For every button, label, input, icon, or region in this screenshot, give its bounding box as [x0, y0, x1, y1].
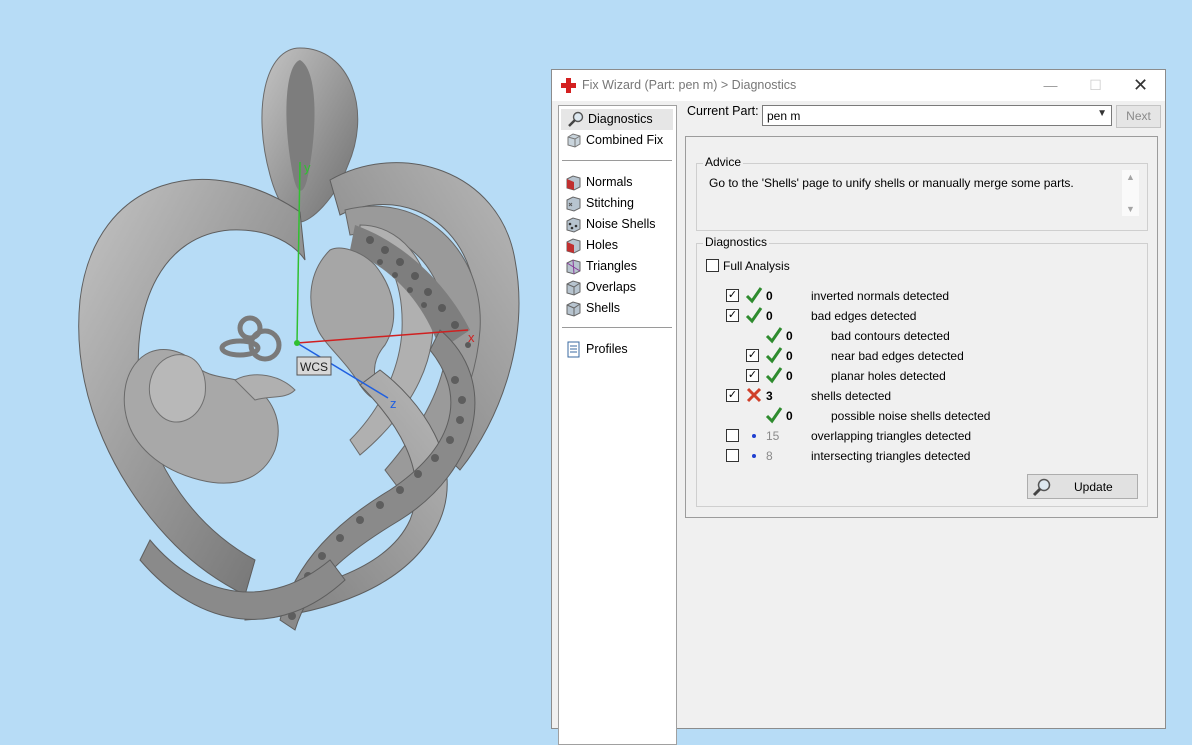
current-part-value: pen m [767, 109, 801, 123]
scroll-down-icon[interactable]: ▼ [1126, 204, 1135, 214]
row-count: 0 [786, 329, 793, 343]
magnifier-icon [1032, 478, 1051, 497]
red-cross-app-icon [561, 78, 576, 93]
nav-item-combined-fix[interactable]: Combined Fix [559, 130, 676, 151]
pendant-model: y x z WCS [78, 47, 520, 631]
advice-text: Go to the 'Shells' page to unify shells … [709, 176, 1074, 190]
current-part-select[interactable]: pen m ▼ [762, 105, 1112, 126]
nav-label: Diagnostics [588, 112, 653, 126]
row-label: near bad edges detected [831, 349, 964, 363]
update-button[interactable]: Update [1027, 474, 1138, 499]
full-analysis-label: Full Analysis [723, 259, 790, 273]
nav-item-overlaps[interactable]: Overlaps [559, 277, 676, 298]
row-checkbox[interactable] [726, 449, 739, 462]
row-checkbox[interactable]: ✓ [726, 289, 739, 302]
row-checkbox[interactable]: ✓ [726, 389, 739, 402]
axis-z-label: z [390, 396, 397, 411]
row-label: intersecting triangles detected [811, 449, 971, 463]
row-checkbox[interactable]: ✓ [746, 349, 759, 362]
scroll-up-icon[interactable]: ▲ [1126, 172, 1135, 182]
cube-icon [567, 133, 581, 148]
fix-wizard-window: Fix Wizard (Part: pen m) > Diagnostics —… [551, 69, 1166, 745]
nav-label: Triangles [586, 259, 637, 273]
nav-item-holes[interactable]: Holes [559, 235, 676, 256]
update-label: Update [1074, 480, 1113, 494]
holes-cube-icon [566, 238, 581, 254]
overlaps-cube-icon [566, 280, 581, 296]
window-title: Fix Wizard (Part: pen m) > Diagnostics [582, 78, 797, 92]
nav-item-stitching[interactable]: Stitching [559, 193, 676, 214]
row-checkbox[interactable] [726, 429, 739, 442]
row-count: 15 [766, 429, 780, 443]
row-checkbox[interactable]: ✓ [726, 309, 739, 322]
row-label: planar holes detected [831, 369, 946, 383]
check-mark-icon [765, 367, 783, 384]
next-button[interactable]: Next [1116, 105, 1161, 128]
row-label: possible noise shells detected [831, 409, 991, 423]
chevron-down-icon: ▼ [1097, 108, 1107, 119]
close-button[interactable]: ✕ [1118, 70, 1163, 101]
check-mark-icon [765, 407, 783, 424]
nav-item-noise-shells[interactable]: Noise Shells [559, 214, 676, 235]
row-count: 0 [786, 409, 793, 423]
row-label: bad edges detected [811, 309, 917, 323]
axis-x-label: x [468, 330, 475, 345]
row-label: shells detected [811, 389, 892, 403]
diagnostics-title: Diagnostics [703, 235, 770, 249]
minimize-button[interactable]: — [1028, 70, 1073, 101]
advice-title: Advice [703, 155, 744, 169]
nav-item-profiles[interactable]: Profiles [559, 339, 676, 360]
shells-cube-icon [566, 301, 581, 317]
diagnostics-group: Diagnostics Full Analysis ✓ 0 inverted nor… [696, 235, 1148, 507]
nav-label: Noise Shells [586, 217, 656, 231]
axis-y-label: y [304, 160, 311, 175]
wizard-nav: Diagnostics Combined Fix Normals Stitchi… [558, 105, 677, 745]
triangles-cube-icon [566, 259, 581, 275]
check-mark-icon [765, 347, 783, 364]
nav-label: Overlaps [586, 280, 637, 294]
nav-label: Stitching [586, 196, 634, 210]
maximize-button[interactable]: ☐ [1073, 70, 1118, 101]
nav-label: Shells [586, 301, 621, 315]
nav-label: Holes [586, 238, 618, 252]
stitching-cube-icon [566, 196, 581, 212]
normals-cube-icon [566, 175, 581, 191]
wcs-label: WCS [300, 360, 328, 374]
nav-label: Profiles [586, 342, 628, 356]
nav-label: Combined Fix [586, 133, 664, 147]
nav-item-shells[interactable]: Shells [559, 298, 676, 319]
row-count: 0 [786, 349, 793, 363]
current-part-label: Current Part: [687, 104, 759, 118]
advice-group: Advice Go to the 'Shells' page to unify … [696, 155, 1148, 231]
document-icon [567, 341, 580, 358]
check-mark-icon [745, 307, 763, 324]
row-checkbox[interactable]: ✓ [746, 369, 759, 382]
diagnostics-panel: Advice Go to the 'Shells' page to unify … [685, 136, 1158, 518]
magnifier-icon [568, 111, 584, 127]
title-bar[interactable]: Fix Wizard (Part: pen m) > Diagnostics —… [552, 70, 1165, 101]
noise-shells-cube-icon [566, 217, 581, 233]
check-mark-icon [765, 327, 783, 344]
row-count: 0 [766, 309, 773, 323]
nav-separator [562, 327, 672, 328]
nav-item-normals[interactable]: Normals [559, 172, 676, 193]
full-analysis-checkbox[interactable] [706, 259, 719, 272]
check-mark-icon [745, 287, 763, 304]
status-dot-icon [752, 434, 756, 438]
red-x-icon [746, 387, 762, 403]
nav-separator [562, 160, 672, 161]
nav-item-diagnostics[interactable]: Diagnostics [561, 109, 673, 130]
row-count: 0 [766, 289, 773, 303]
row-count: 3 [766, 389, 773, 403]
row-count: 0 [786, 369, 793, 383]
nav-label: Normals [586, 175, 633, 189]
row-label: inverted normals detected [811, 289, 950, 303]
row-label: bad contours detected [831, 329, 950, 343]
row-label: overlapping triangles detected [811, 429, 972, 443]
status-dot-icon [752, 454, 756, 458]
nav-item-triangles[interactable]: Triangles [559, 256, 676, 277]
row-count: 8 [766, 449, 773, 463]
advice-scrollbar[interactable]: ▲ ▼ [1122, 170, 1139, 216]
